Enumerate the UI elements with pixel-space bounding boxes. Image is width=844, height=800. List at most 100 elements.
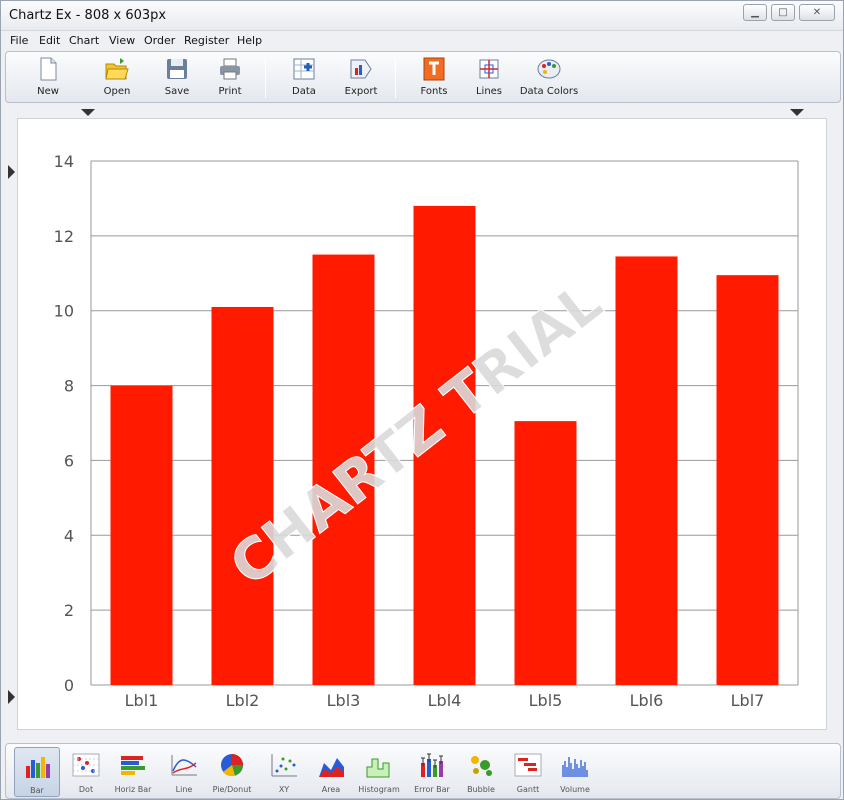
minimize-button[interactable]: ▁ (743, 4, 767, 21)
chart-type-label: Volume (560, 785, 590, 794)
print-label: Print (218, 86, 242, 97)
bar (110, 385, 173, 685)
new-file-icon (40, 57, 57, 81)
minimize-icon: ▁ (751, 7, 759, 18)
y-tick-label: 6 (64, 451, 74, 470)
save-label: Save (164, 86, 190, 97)
main-toolbar: New Open Save Print Data Export Fonts Li… (5, 51, 841, 103)
histogram-type-button[interactable]: Histogram (356, 747, 402, 797)
lines-button[interactable]: Lines (469, 56, 509, 100)
bar-chart-type-button[interactable]: Bar (14, 747, 60, 797)
xy-scatter-type-button[interactable]: XY (261, 747, 307, 797)
splitter-arrow-icon[interactable] (790, 109, 804, 116)
splitter-arrow-icon[interactable] (8, 165, 15, 179)
toolbar-separator (395, 58, 396, 98)
lines-label: Lines (475, 86, 503, 97)
new-button[interactable]: New (28, 56, 68, 100)
x-tick-label: Lbl3 (327, 691, 361, 710)
save-button[interactable]: Save (156, 56, 198, 100)
toolbar-separator (265, 58, 266, 98)
splitter-arrow-icon[interactable] (81, 109, 95, 116)
bubble-chart-type-button[interactable]: Bubble (458, 747, 504, 797)
x-tick-label: Lbl6 (630, 691, 664, 710)
export-chart-icon (350, 59, 372, 79)
fonts-icon (423, 57, 445, 81)
pie-chart-icon (221, 754, 244, 777)
palette-icon (537, 59, 561, 79)
menu-order[interactable]: Order (144, 34, 175, 47)
dot-chart-type-button[interactable]: Dot (63, 747, 109, 797)
y-tick-label: 8 (64, 377, 74, 396)
y-tick-label: 12 (54, 227, 74, 246)
bar-chart: 02468101214Lbl1 Lbl2 Lbl3 Lbl4 Lbl5 Lbl6 Lbl7C… (54, 152, 799, 710)
menu-chart[interactable]: Chart (69, 34, 99, 47)
area-chart-type-button[interactable]: Area (308, 747, 354, 797)
menu-bar: File Edit Chart View Order Register Help (1, 31, 843, 51)
gantt-chart-type-button[interactable]: Gantt (505, 747, 551, 797)
open-button[interactable]: Open (94, 56, 140, 100)
horizontal-bar-chart-type-button[interactable]: Horiz Bar (110, 747, 156, 797)
bar-chart-icon (26, 757, 50, 778)
y-tick-label: 10 (54, 302, 74, 321)
volume-chart-icon (562, 757, 588, 777)
maximize-icon: □ (778, 7, 788, 18)
close-button[interactable]: ✕ (799, 4, 835, 21)
y-tick-label: 0 (64, 676, 74, 695)
new-label: New (37, 86, 59, 97)
menu-register[interactable]: Register (184, 34, 229, 47)
y-tick-label: 4 (64, 526, 74, 545)
bar (211, 306, 274, 685)
export-label: Export (344, 86, 378, 97)
data-label: Data (292, 86, 316, 97)
data-button[interactable]: Data (284, 56, 324, 100)
data-colors-label: Data Colors (519, 86, 579, 97)
bar (615, 256, 678, 685)
error-bar-chart-type-button[interactable]: Error Bar (409, 747, 455, 797)
gantt-chart-icon (514, 753, 542, 777)
y-tick-label: 2 (64, 601, 74, 620)
volume-chart-type-button[interactable]: Volume (552, 747, 598, 797)
data-colors-button[interactable]: Data Colors (516, 56, 582, 100)
x-tick-label: Lbl7 (731, 691, 765, 710)
bar (716, 275, 779, 685)
x-tick-label: Lbl4 (428, 691, 462, 710)
chart-canvas[interactable]: 0 2 4 6 8 10 12 14 Lbl1 Lbl2 Lbl3 Lbl4 Lbl5 Lbl6 Lbl7 C… (17, 118, 827, 730)
app-window: Chartz Ex - 808 x 603px ▁ □ ✕ File Edit … (0, 0, 844, 800)
close-icon: ✕ (812, 7, 822, 18)
export-button[interactable]: Export (339, 56, 383, 100)
floppy-disk-icon (167, 59, 187, 79)
line-chart-icon (171, 755, 197, 776)
maximize-button[interactable]: □ (771, 4, 795, 21)
lines-icon (479, 59, 499, 79)
x-tick-label: Lbl2 (226, 691, 260, 710)
open-label: Open (103, 86, 131, 97)
fonts-button[interactable]: Fonts (414, 56, 454, 100)
area-chart-icon (319, 758, 344, 777)
chart-type-label: Horiz Bar (114, 785, 152, 794)
histogram-icon (366, 758, 390, 778)
error-bar-chart-icon (421, 753, 443, 777)
bubble-chart-icon (471, 756, 492, 776)
menu-file[interactable]: File (10, 34, 28, 47)
dot-chart-icon (72, 753, 100, 777)
chart-type-label: Histogram (358, 785, 400, 794)
line-chart-type-button[interactable]: Line (161, 747, 207, 797)
menu-edit[interactable]: Edit (39, 34, 60, 47)
menu-view[interactable]: View (109, 34, 135, 47)
bar (514, 421, 577, 685)
open-folder-icon (105, 58, 129, 80)
menu-help[interactable]: Help (237, 34, 262, 47)
data-table-icon (293, 58, 315, 80)
x-tick-label: Lbl1 (125, 691, 159, 710)
title-bar: Chartz Ex - 808 x 603px ▁ □ ✕ (1, 1, 843, 31)
x-tick-label: Lbl5 (529, 691, 563, 710)
y-tick-label: 14 (54, 152, 74, 171)
fonts-label: Fonts (420, 86, 448, 97)
window-title: Chartz Ex - 808 x 603px (9, 8, 167, 23)
print-button[interactable]: Print (209, 56, 251, 100)
chart-type-label: Pie/Donut (212, 785, 252, 794)
chart-type-toolbar: Bar Dot Horiz Bar Line Pie/Donut XY Area Histog… (5, 743, 841, 799)
pie-chart-type-button[interactable]: Pie/Donut (209, 747, 255, 797)
splitter-arrow-icon[interactable] (8, 690, 15, 704)
xy-scatter-icon (271, 754, 297, 777)
